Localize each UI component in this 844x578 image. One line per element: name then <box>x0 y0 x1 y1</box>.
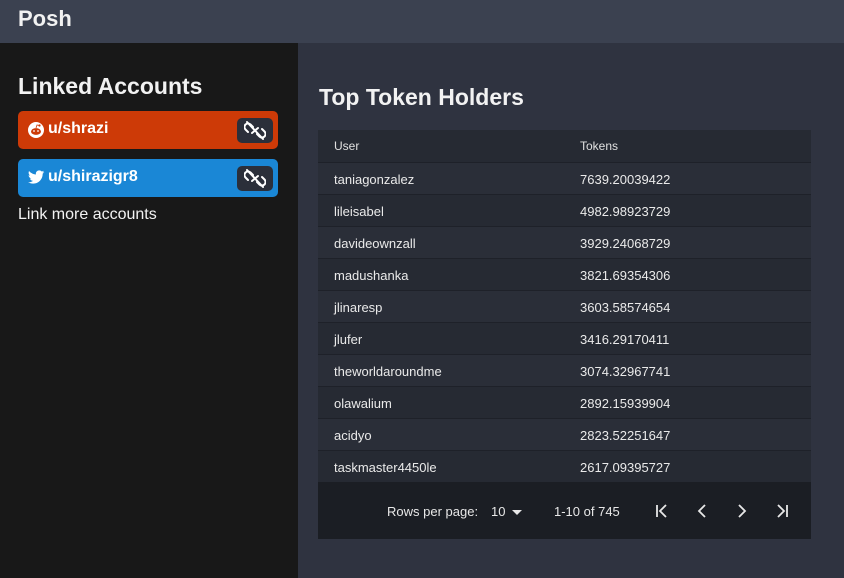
table-header: User Tokens <box>318 130 811 162</box>
next-page-icon <box>738 504 747 518</box>
previous-page-button[interactable] <box>691 500 713 522</box>
tokens-cell: 3821.69354306 <box>580 268 671 283</box>
tokens-cell: 3929.24068729 <box>580 236 671 251</box>
user-cell: jlinaresp <box>334 300 383 315</box>
tokens-cell: 2892.15939904 <box>580 396 671 411</box>
twitter-account[interactable]: u/shirazigr8 <box>18 159 278 197</box>
reddit-account-label: u/shrazi <box>48 120 109 137</box>
rows-per-page-label: Rows per page: <box>387 504 479 519</box>
sidebar: Linked Accounts u/shrazi u/shirazigr8 Li… <box>0 43 298 578</box>
unlink-twitter-button[interactable] <box>237 166 273 191</box>
pagination-range: 1-10 of 745 <box>554 504 620 519</box>
user-cell: taskmaster4450le <box>334 460 437 475</box>
user-cell: taniagonzalez <box>334 172 415 187</box>
page-title: Top Token Holders <box>319 84 524 110</box>
rows-per-page-value: 10 <box>491 504 506 519</box>
user-cell: acidyo <box>334 428 372 443</box>
link-off-icon <box>244 169 266 188</box>
next-page-button[interactable] <box>731 500 753 522</box>
linked-accounts-title: Linked Accounts <box>18 73 203 99</box>
user-cell: jlufer <box>334 332 363 347</box>
column-header-tokens[interactable]: Tokens <box>580 139 618 153</box>
table-row: acidyo 2823.52251647 <box>318 418 811 450</box>
unlink-reddit-button[interactable] <box>237 118 273 143</box>
table-row: jlinaresp 3603.58574654 <box>318 290 811 322</box>
link-off-icon <box>244 121 266 140</box>
last-page-button[interactable] <box>771 500 793 522</box>
tokens-cell: 7639.20039422 <box>580 172 671 187</box>
rows-per-page-select[interactable]: 10 <box>491 502 527 520</box>
tokens-cell: 3603.58574654 <box>580 300 671 315</box>
tokens-cell: 3416.29170411 <box>580 332 670 347</box>
table-row: olawalium 2892.15939904 <box>318 386 811 418</box>
table-row: lileisabel 4982.98923729 <box>318 194 811 226</box>
first-page-button[interactable] <box>651 500 673 522</box>
twitter-account-label: u/shirazigr8 <box>48 168 138 185</box>
table-row: taniagonzalez 7639.20039422 <box>318 162 811 194</box>
user-cell: davideownzall <box>334 236 416 251</box>
user-cell: madushanka <box>334 268 409 283</box>
tokens-cell: 4982.98923729 <box>580 204 671 219</box>
previous-page-icon <box>697 504 706 518</box>
twitter-icon <box>28 170 45 186</box>
table-row: theworldaroundme 3074.32967741 <box>318 354 811 386</box>
tokens-cell: 2617.09395727 <box>580 460 671 475</box>
user-cell: lileisabel <box>334 204 384 219</box>
app-title: Posh <box>18 6 72 31</box>
column-header-user[interactable]: User <box>334 139 359 153</box>
first-page-icon <box>656 504 667 518</box>
tokens-cell: 3074.32967741 <box>580 364 671 379</box>
pagination-bar: Rows per page: 10 1-10 of 745 <box>318 482 811 539</box>
tokens-cell: 2823.52251647 <box>580 428 671 443</box>
top-bar: Posh <box>0 0 844 43</box>
table-row: davideownzall 3929.24068729 <box>318 226 811 258</box>
link-more-accounts[interactable]: Link more accounts <box>18 206 157 224</box>
user-cell: olawalium <box>334 396 392 411</box>
table-row: taskmaster4450le 2617.09395727 <box>318 450 811 482</box>
caret-down-icon <box>512 510 522 515</box>
table-row: madushanka 3821.69354306 <box>318 258 811 290</box>
table-row: jlufer 3416.29170411 <box>318 322 811 354</box>
last-page-icon <box>777 504 788 518</box>
user-cell: theworldaroundme <box>334 364 442 379</box>
token-holders-table: User Tokens taniagonzalez 7639.20039422 … <box>318 130 811 539</box>
reddit-icon <box>28 122 44 138</box>
reddit-account[interactable]: u/shrazi <box>18 111 278 149</box>
